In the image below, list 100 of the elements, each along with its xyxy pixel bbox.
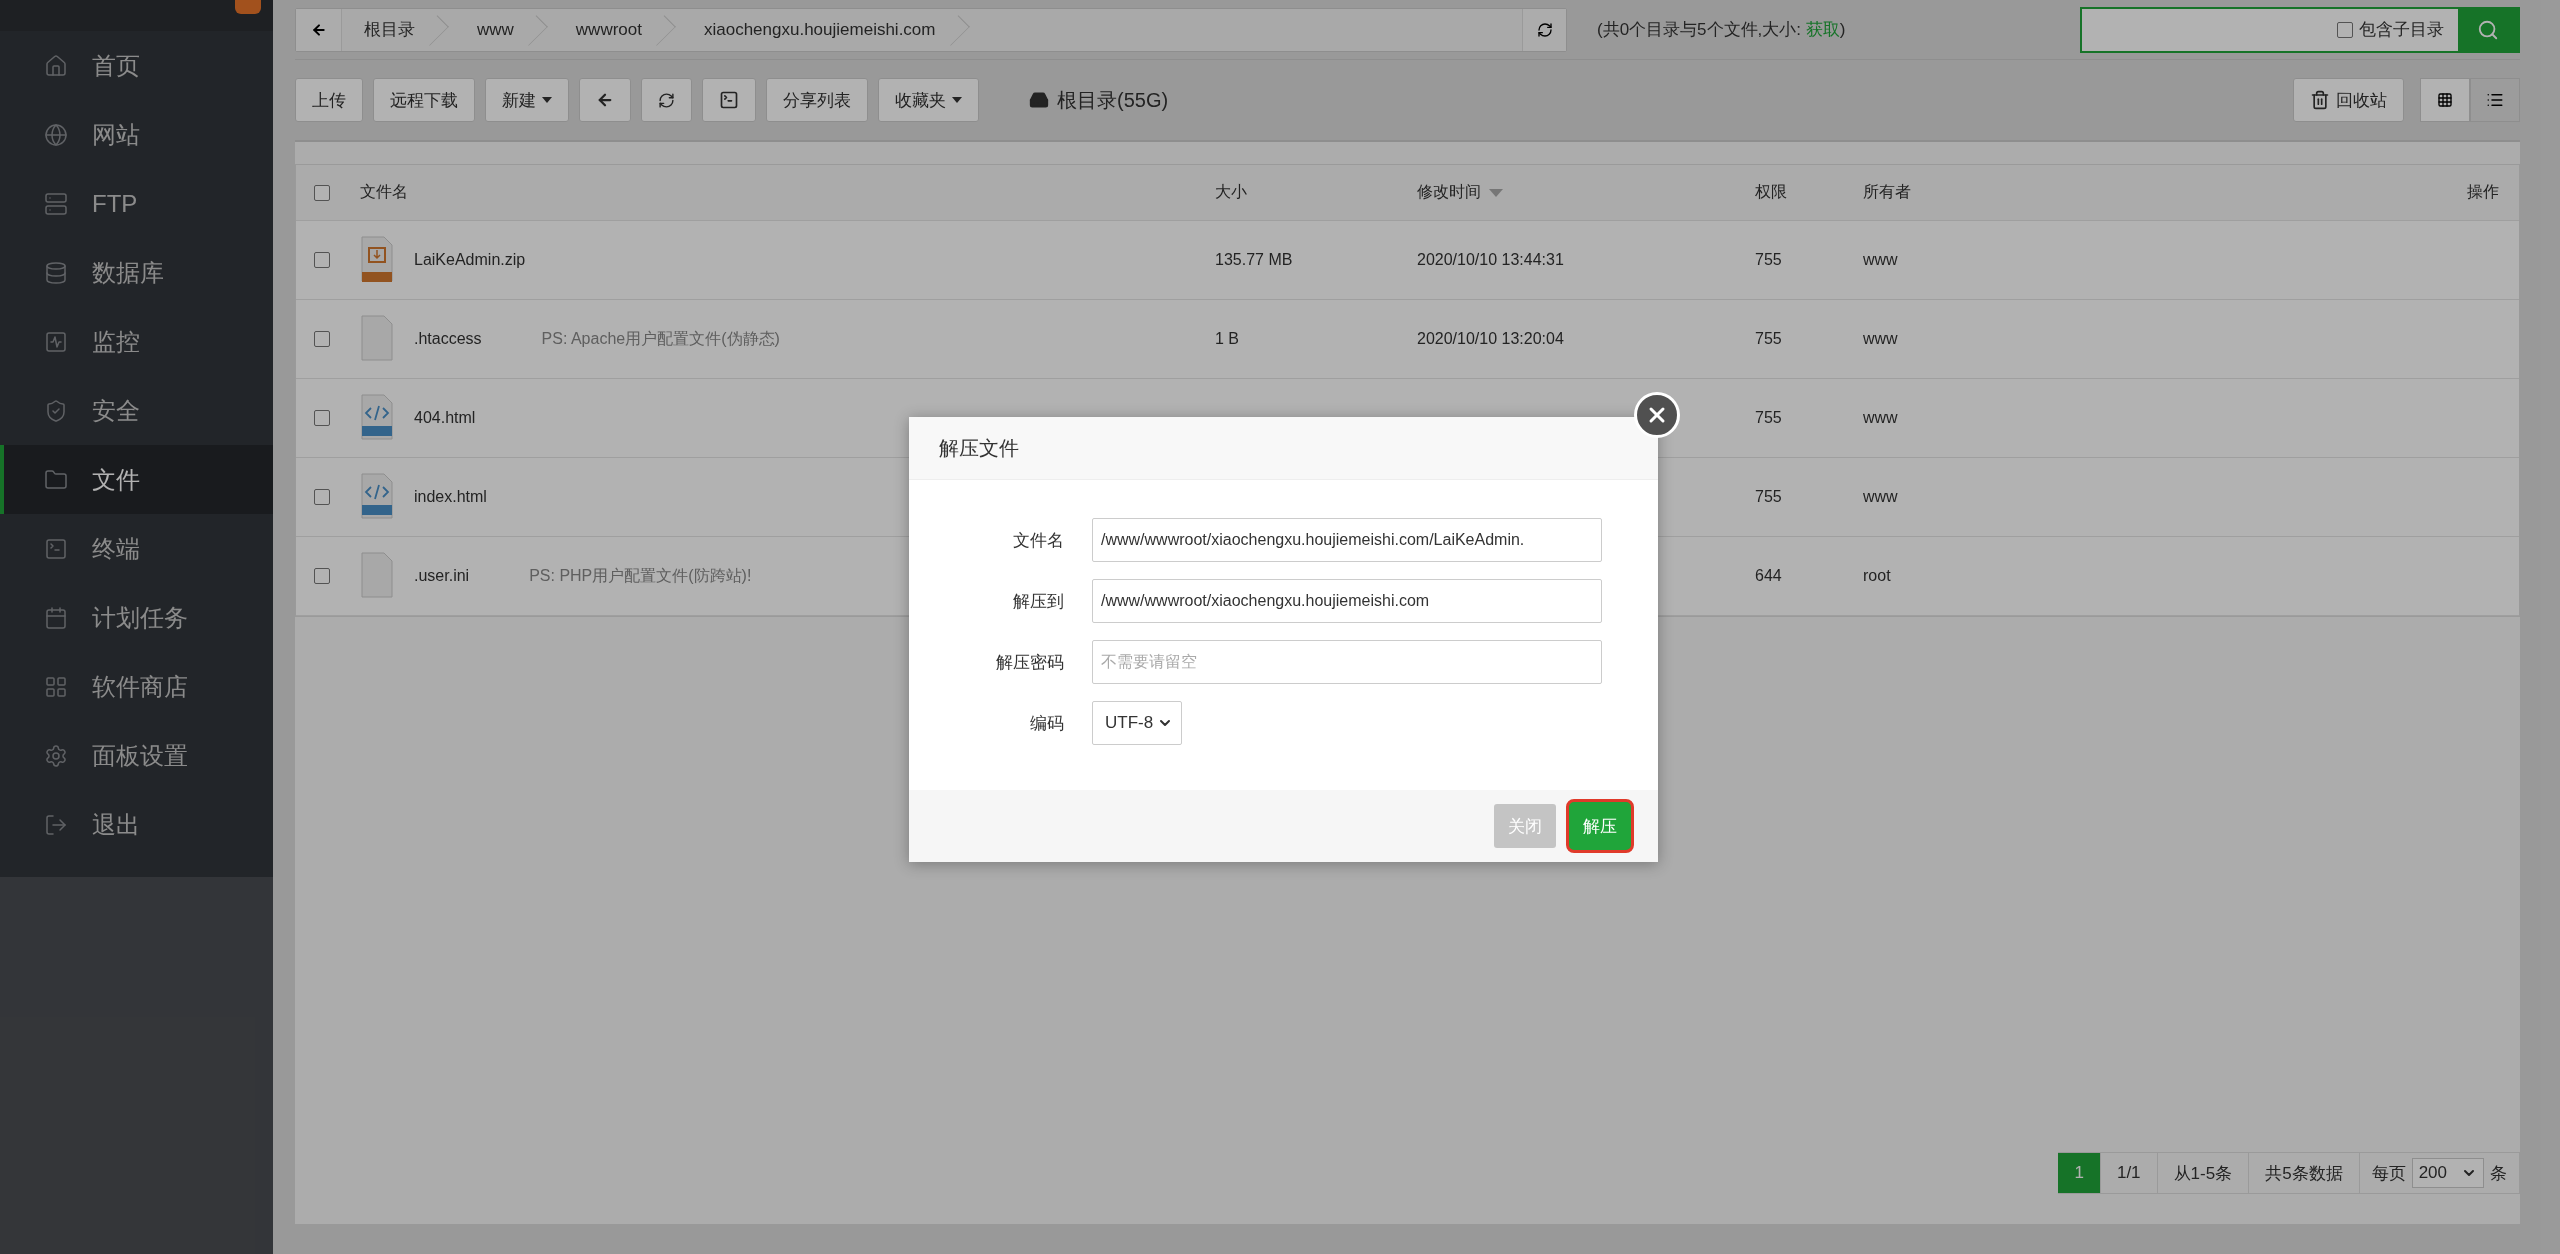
chart-icon — [44, 329, 68, 354]
list-icon — [2486, 91, 2504, 109]
refresh-icon — [1536, 21, 1553, 38]
file-name[interactable]: LaiKeAdmin.zip — [414, 251, 526, 269]
file-note: PS: Apache用户配置文件(伪静态) — [541, 328, 780, 349]
toolbar-button[interactable]: 分享列表 — [766, 78, 868, 122]
row-checkbox[interactable] — [314, 410, 330, 426]
input-field[interactable]: 不需要请留空 — [1092, 640, 1602, 684]
dropdown-button[interactable]: 新建 — [485, 78, 569, 122]
encoding-select[interactable]: UTF-8 — [1092, 701, 1183, 745]
refresh-button[interactable] — [641, 78, 692, 122]
column-header[interactable]: 权限 — [1743, 182, 1851, 203]
breadcrumb-link[interactable]: 根目录 — [342, 8, 455, 51]
per-page-unit: 条 — [2490, 1162, 2507, 1185]
field-label: 解压密码 — [995, 651, 1064, 674]
server-icon — [44, 191, 68, 216]
home-icon — [44, 53, 68, 78]
trash-icon — [2310, 90, 2330, 110]
input-field[interactable]: /www/wwwroot/xiaochengxu.houjiemeishi.com/LaiKeAdmin. — [1092, 518, 1602, 562]
column-header[interactable]: 大小 — [1203, 182, 1405, 203]
per-page-label: 每页 — [2371, 1162, 2406, 1185]
sidebar-item[interactable]: 首页 — [0, 31, 273, 100]
row-checkbox[interactable] — [314, 252, 330, 268]
globe-icon — [44, 122, 68, 147]
search-icon — [2477, 18, 2499, 41]
column-header[interactable]: 文件名 — [348, 182, 1203, 203]
back-button[interactable] — [296, 8, 342, 51]
sidebar-item[interactable]: 数据库 — [0, 238, 273, 307]
sidebar-item[interactable]: 软件商店 — [0, 652, 273, 721]
owner: www — [1862, 251, 1899, 269]
owner: www — [1862, 330, 1899, 348]
back-button[interactable] — [579, 78, 631, 122]
owner: www — [1862, 409, 1899, 427]
input-field[interactable]: /www/wwwroot/xiaochengxu.houjiemeishi.com — [1092, 579, 1602, 623]
grid-icon — [2437, 92, 2453, 108]
field-label: 编码 — [1029, 712, 1064, 735]
file-icon — [360, 315, 394, 363]
disk-label: 根目录(55G) — [1029, 86, 1169, 114]
permissions: 755 — [1754, 409, 1783, 427]
permissions: 755 — [1754, 330, 1783, 348]
caret-icon — [952, 97, 962, 103]
terminal-button[interactable] — [702, 78, 756, 122]
sidebar-item[interactable]: 退出 — [0, 790, 273, 859]
row-checkbox[interactable] — [314, 331, 330, 347]
sidebar-item[interactable]: 文件 — [0, 445, 273, 514]
grid-view-button[interactable] — [2420, 78, 2470, 122]
row-checkbox[interactable] — [314, 568, 330, 584]
permissions: 644 — [1754, 567, 1783, 585]
database-icon — [44, 260, 68, 285]
search-field[interactable]: 包含子目录 — [2080, 6, 2520, 53]
row-checkbox[interactable] — [314, 489, 330, 505]
per-page-select[interactable]: 200 — [2411, 1158, 2484, 1188]
file-size: 135.77 MB — [1214, 251, 1294, 269]
search-button[interactable] — [2458, 8, 2518, 51]
breadcrumb-link[interactable]: www — [455, 8, 554, 51]
arrow-left-icon — [310, 21, 327, 38]
file-note: PS: PHP用户配置文件(防跨站)! — [529, 565, 752, 586]
dropdown-button[interactable]: 收藏夹 — [878, 78, 979, 122]
breadcrumb-link[interactable]: wwwroot — [553, 8, 682, 51]
column-header[interactable]: 修改时间 — [1405, 182, 1743, 203]
recycle-bin-button[interactable]: 回收站 — [2293, 78, 2404, 122]
file-size: 1 B — [1214, 330, 1240, 348]
caret-icon — [542, 97, 552, 103]
refresh-button[interactable] — [1522, 8, 1566, 51]
file-name[interactable]: 404.html — [414, 409, 476, 427]
toolbar-button[interactable]: 上传 — [295, 78, 363, 122]
column-header[interactable]: 操作 — [2467, 182, 2519, 203]
sidebar-item[interactable]: 监控 — [0, 307, 273, 376]
field-label: 文件名 — [1012, 529, 1064, 552]
terminal-icon — [44, 536, 68, 561]
list-view-button[interactable] — [2470, 78, 2520, 122]
sidebar-item[interactable]: 面板设置 — [0, 721, 273, 790]
toolbar-button[interactable]: 远程下载 — [373, 78, 475, 122]
owner: www — [1862, 488, 1899, 506]
column-header[interactable]: 所有者 — [1851, 182, 2399, 203]
grid-icon — [44, 674, 68, 699]
shield-icon — [44, 398, 68, 423]
sidebar-item[interactable]: FTP — [0, 169, 273, 238]
modified-time: 2020/10/10 13:20:04 — [1416, 330, 1565, 348]
sidebar-item[interactable]: 安全 — [0, 376, 273, 445]
file-name[interactable]: .htaccess — [414, 330, 482, 348]
permissions: 755 — [1754, 251, 1783, 269]
file-name[interactable]: index.html — [414, 488, 487, 506]
sidebar-item[interactable]: 计划任务 — [0, 583, 273, 652]
file-icon — [360, 552, 394, 600]
calendar-icon — [44, 605, 68, 630]
file-name[interactable]: .user.ini — [414, 567, 470, 585]
folder-icon — [44, 467, 68, 492]
dialog-title: 解压文件 — [939, 435, 1019, 461]
select-all-checkbox[interactable] — [314, 184, 330, 201]
include-subdirs-checkbox[interactable]: 包含子目录 — [2337, 18, 2444, 41]
sidebar-item[interactable]: 终端 — [0, 514, 273, 583]
html-file-icon — [360, 473, 394, 521]
modified-time: 2020/10/10 13:44:31 — [1416, 251, 1565, 269]
field-label: 解压到 — [1012, 590, 1064, 613]
html-file-icon — [360, 394, 394, 442]
refresh-icon — [658, 91, 675, 109]
sidebar-item[interactable]: 网站 — [0, 100, 273, 169]
logout-icon — [44, 812, 68, 837]
breadcrumb-link[interactable]: xiaochengxu.houjiemeishi.com — [681, 8, 976, 51]
